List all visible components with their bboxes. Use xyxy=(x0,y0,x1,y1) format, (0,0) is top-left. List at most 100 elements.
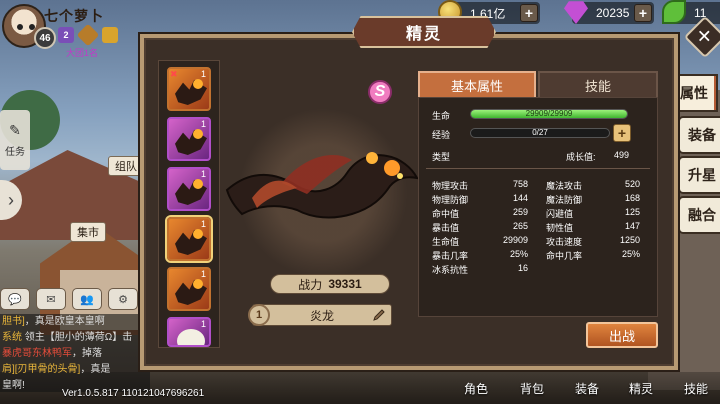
avatar-eye xyxy=(29,24,35,30)
stat-label: 韧性值 xyxy=(546,223,574,233)
panel-title: 精灵 xyxy=(352,16,496,48)
stat-label: 暴击几率 xyxy=(432,251,469,261)
pet-slot-selected[interactable]: 1 xyxy=(167,217,211,261)
pet-count: 1 xyxy=(200,319,206,329)
growth-value: 499 xyxy=(614,150,630,160)
nav-backpack[interactable]: 背包 xyxy=(520,380,544,397)
tab-skills[interactable]: 技能 xyxy=(538,71,658,97)
flame-icon xyxy=(193,79,203,89)
nav-equipment[interactable]: 装备 xyxy=(575,380,599,397)
chat-line: 暴虎哥东林鸭军，掉落 xyxy=(2,348,102,359)
tab-equipment[interactable]: 装备 xyxy=(678,116,720,154)
chat-line: 胆书]，真是欧皇本皇啊 xyxy=(2,316,105,327)
pet-count: 1 xyxy=(200,169,206,179)
leaf-currency: 11 xyxy=(662,0,720,24)
stat-label: 命中值 xyxy=(432,209,460,219)
nav-character[interactable]: 角色 xyxy=(464,380,488,397)
chat-line: 系统 领主【胆小的薄荷Ω】击 xyxy=(2,332,133,343)
version-text: Ver1.0.5.817 110121047696261 xyxy=(62,388,205,399)
rank-badge: S xyxy=(368,80,392,104)
tab-fusion[interactable]: 融合 xyxy=(678,196,720,234)
tab-star-up[interactable]: 升星 xyxy=(678,156,720,194)
pet-slot[interactable]: 1 xyxy=(167,117,211,161)
avatar-eye xyxy=(17,24,23,30)
close-icon: ✕ xyxy=(697,26,713,47)
pet-name-bar: 炎龙 xyxy=(252,304,392,326)
hp-text: 29909/29909 xyxy=(525,109,573,118)
gem-value: 20235 xyxy=(596,6,630,20)
pet-slot[interactable]: 1 xyxy=(167,267,211,311)
exp-text: 0/27 xyxy=(532,128,548,137)
stat-label: 物理攻击 xyxy=(432,181,469,191)
stat-value: 147 xyxy=(624,221,640,231)
leaf-icon xyxy=(662,0,686,24)
settings-icon[interactable]: ⚙ xyxy=(108,288,138,310)
pet-level-badge: 1 xyxy=(248,304,270,326)
stat-value: 16 xyxy=(517,263,528,273)
flame-icon xyxy=(193,129,203,139)
tab-base-attributes[interactable]: 基本属性 xyxy=(418,71,536,97)
mail-icon[interactable]: ✉ xyxy=(36,288,66,310)
player-name: 七个萝卜 xyxy=(44,8,104,24)
stat-value: 25% xyxy=(509,249,528,259)
friends-icon[interactable]: 👥 xyxy=(72,288,102,310)
chat-bubble-icon[interactable]: 💬 xyxy=(0,288,30,310)
stat-value: 1250 xyxy=(619,235,640,245)
task-label: 任务 xyxy=(5,147,25,158)
add-gold-button[interactable]: + xyxy=(520,4,538,22)
vip-icon[interactable]: 2 xyxy=(58,27,74,43)
market-tag[interactable]: 集市 xyxy=(70,222,106,242)
divider xyxy=(426,168,650,169)
pet-count: 1 xyxy=(200,269,206,279)
pet-slot[interactable]: 1 xyxy=(167,317,211,347)
crown-icon[interactable] xyxy=(102,27,118,43)
stat-value: 25% xyxy=(621,249,640,259)
pet-count: 1 xyxy=(200,219,206,229)
stat-label: 物理防御 xyxy=(432,195,469,205)
nav-pets[interactable]: 精灵 xyxy=(629,380,653,397)
dragon-model xyxy=(225,152,419,219)
pet-slot[interactable]: ✖ 1 xyxy=(167,67,211,111)
rename-pencil-icon[interactable] xyxy=(372,308,386,322)
chat-box[interactable]: 胆书]，真是欧皇本皇啊 系统 领主【胆小的薄荷Ω】击 暴虎哥东林鸭军，掉落 肩]… xyxy=(0,314,150,392)
pet-count: 1 xyxy=(200,119,206,129)
deploy-button[interactable]: 出战 xyxy=(586,322,658,348)
stat-value: 520 xyxy=(624,179,640,189)
nav-skills[interactable]: 技能 xyxy=(684,380,708,397)
add-exp-button[interactable]: + xyxy=(613,124,631,142)
power-value: 39331 xyxy=(328,277,362,291)
pet-count: 1 xyxy=(200,69,206,79)
lock-icon: ✖ xyxy=(170,69,178,79)
exp-label: 经验 xyxy=(432,130,451,140)
stat-label: 暴击值 xyxy=(432,223,460,233)
stat-label: 冰系抗性 xyxy=(432,265,469,275)
stat-label: 攻击速度 xyxy=(546,237,583,247)
stat-label: 生命值 xyxy=(432,237,460,247)
stat-value: 168 xyxy=(624,193,640,203)
guild-text: 大团1名 xyxy=(66,48,99,58)
hp-label: 生命 xyxy=(432,111,451,121)
pet-slot[interactable]: 1 xyxy=(167,167,211,211)
team-tag[interactable]: 组队 xyxy=(108,156,144,176)
pet-list[interactable]: ✖ 1 1 1 1 1 1 xyxy=(158,60,220,348)
cow-icon xyxy=(177,329,205,345)
power-label: 战力 xyxy=(298,277,323,292)
flame-icon xyxy=(193,229,203,239)
stat-value: 29909 xyxy=(502,235,528,245)
power-bar: 战力 39331 xyxy=(270,274,390,294)
task-icon: ✎ xyxy=(9,122,21,138)
player-level: 46 xyxy=(34,27,56,49)
stat-label: 闪避值 xyxy=(546,209,574,219)
stat-label: 魔法攻击 xyxy=(546,181,583,191)
gem-currency: 20235 + xyxy=(564,1,654,24)
stat-value: 758 xyxy=(512,179,528,189)
stat-value: 259 xyxy=(512,207,528,217)
task-button[interactable]: ✎ 任务 xyxy=(0,110,30,170)
chat-icon-row: 💬 ✉ 👥 ⚙ xyxy=(0,288,138,310)
stat-value: 125 xyxy=(624,207,640,217)
flame-icon xyxy=(193,179,203,189)
flame-icon xyxy=(193,279,203,289)
stat-value: 144 xyxy=(512,193,528,203)
stat-label: 魔法防御 xyxy=(546,195,583,205)
add-gem-button[interactable]: + xyxy=(634,4,652,22)
